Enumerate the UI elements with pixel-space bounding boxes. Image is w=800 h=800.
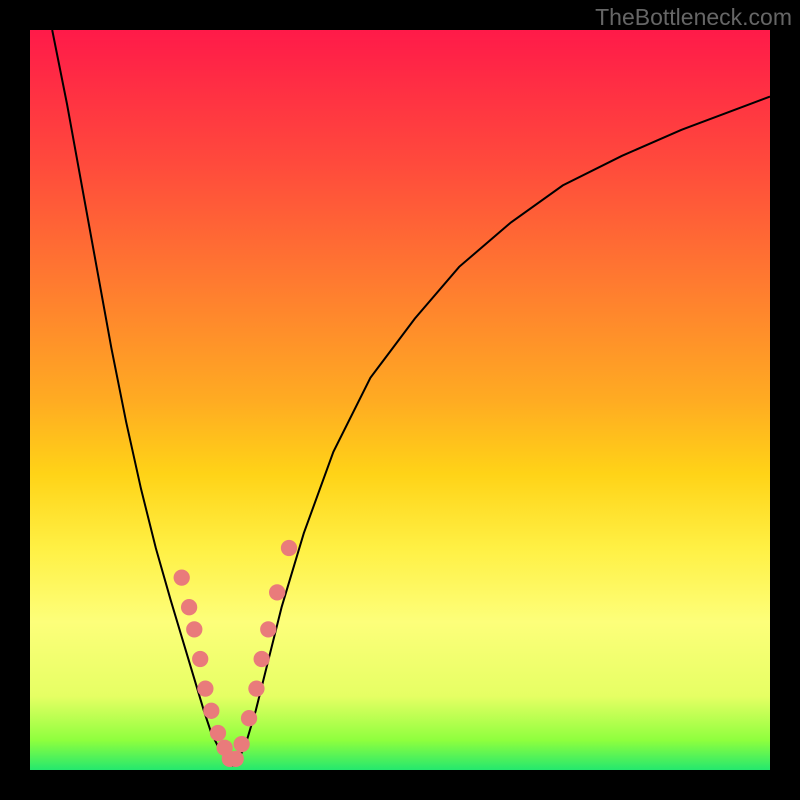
marker-dot	[253, 651, 269, 667]
marker-dot	[186, 621, 202, 637]
marker-dot	[181, 599, 197, 615]
marker-dot	[197, 680, 213, 696]
watermark-text: TheBottleneck.com	[595, 4, 792, 31]
marker-dot	[248, 680, 264, 696]
marker-dot	[234, 736, 250, 752]
marker-dot	[228, 751, 244, 767]
marker-dot	[269, 584, 285, 600]
marker-dot	[203, 703, 219, 719]
outer-frame: TheBottleneck.com	[0, 0, 800, 800]
marker-dot	[174, 569, 190, 585]
plot-area	[30, 30, 770, 770]
marker-dot	[260, 621, 276, 637]
marker-dot	[192, 651, 208, 667]
marker-dot	[210, 725, 226, 741]
marker-dot	[281, 540, 297, 556]
chart-svg	[30, 30, 770, 770]
right-branch-path	[234, 97, 771, 767]
marker-group	[174, 540, 298, 767]
marker-dot	[241, 710, 257, 726]
